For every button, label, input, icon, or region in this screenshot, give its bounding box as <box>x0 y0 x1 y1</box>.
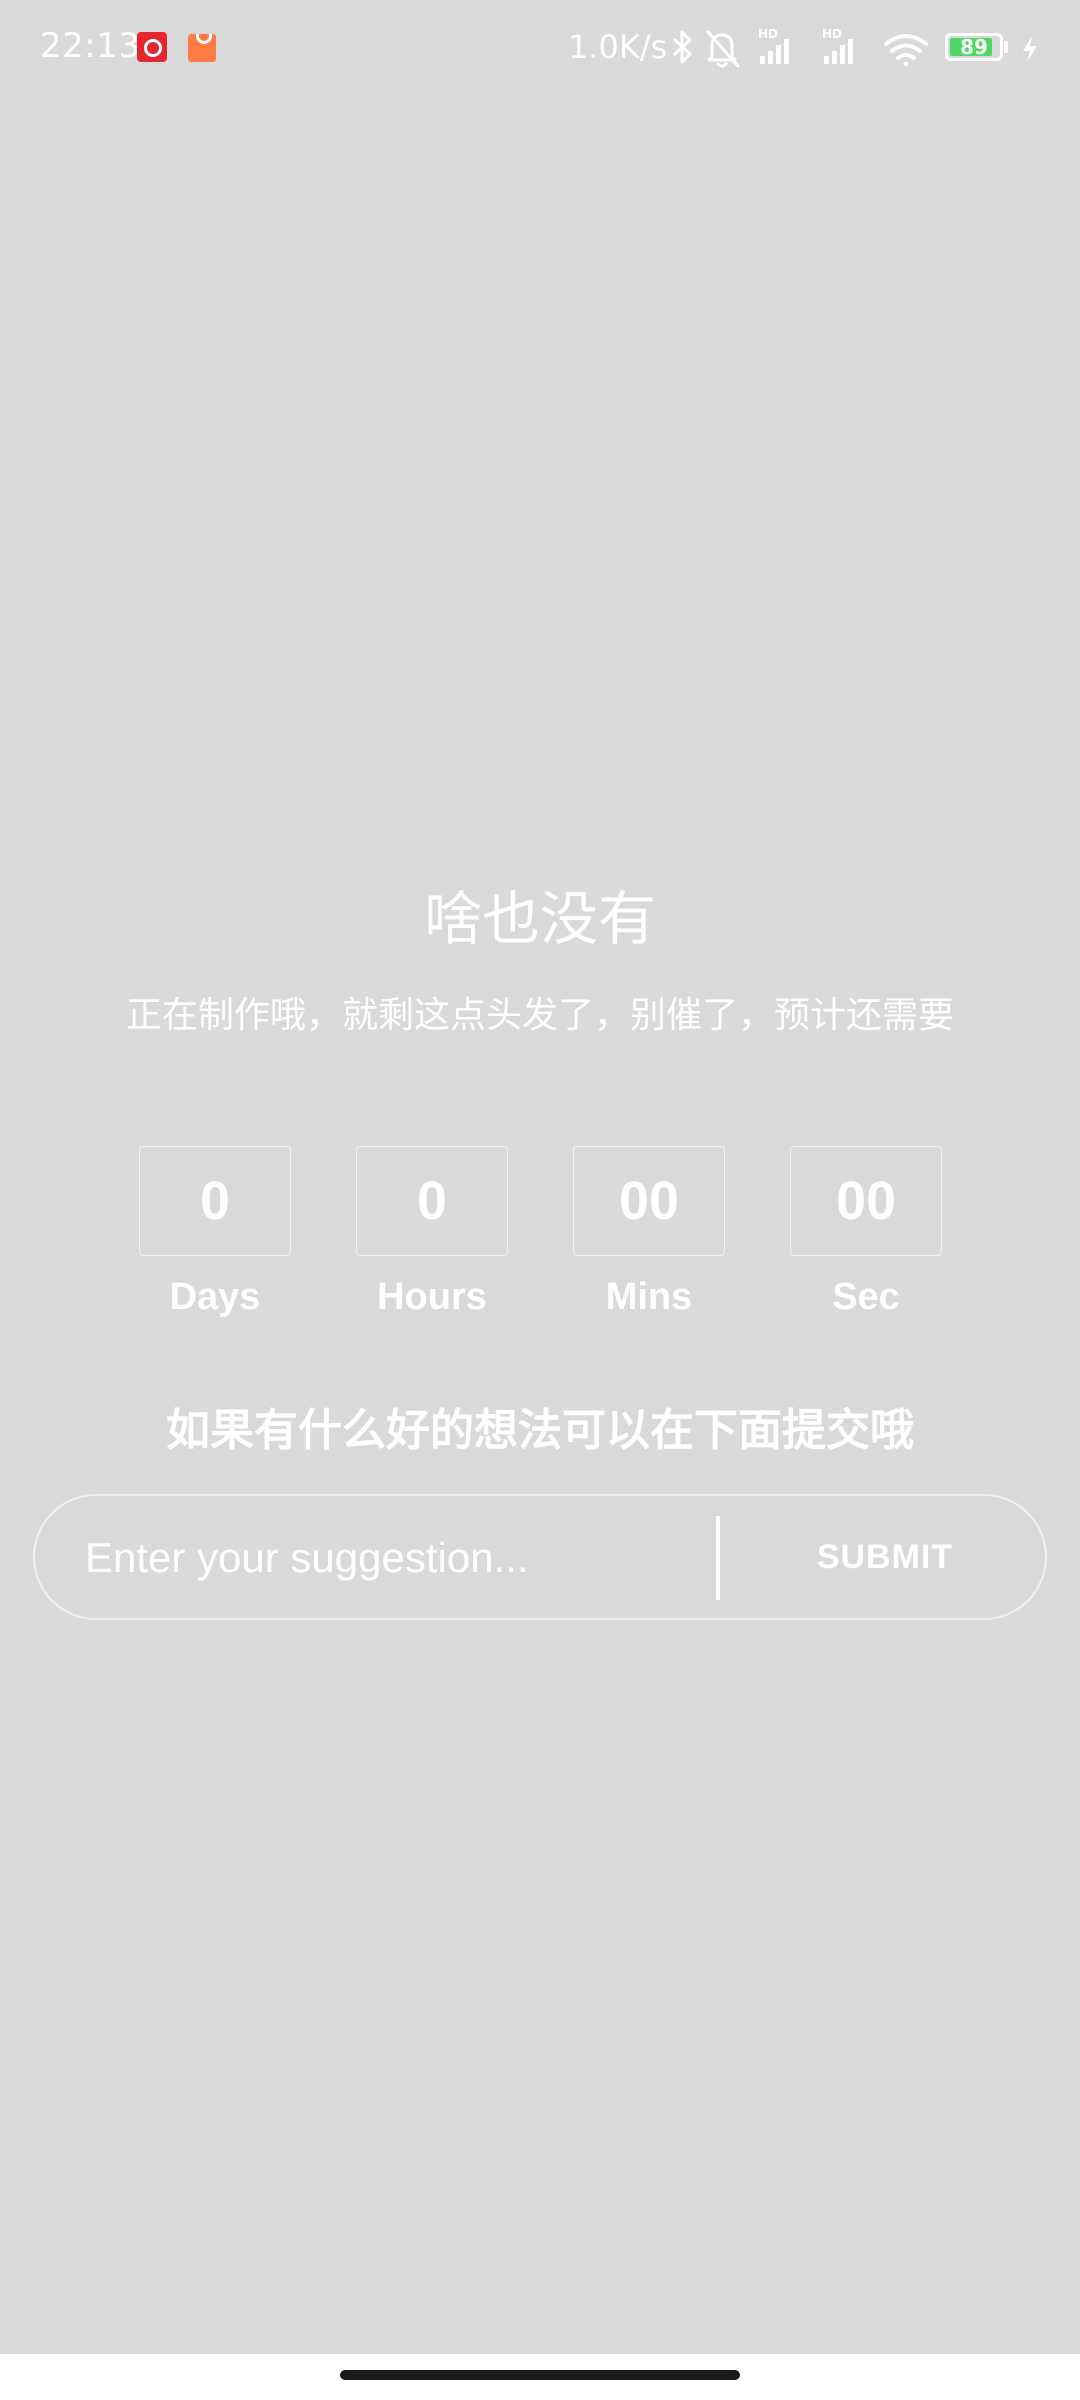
status-icons: HD HD <box>670 22 940 78</box>
submit-button[interactable]: SUBMIT <box>725 1496 1045 1618</box>
page-subtitle: 正在制作哦，就剩这点头发了，别催了，预计还需要 <box>125 995 954 1036</box>
home-indicator[interactable] <box>340 2370 740 2380</box>
network-speed: 1.0K/s <box>568 28 668 66</box>
form-divider <box>716 1516 720 1600</box>
countdown-label: Sec <box>832 1276 900 1318</box>
signal-hd-icon: HD <box>822 27 853 64</box>
countdown-value: 0 <box>139 1146 291 1256</box>
charging-icon <box>1023 36 1037 62</box>
shopping-bag-icon <box>188 34 216 62</box>
countdown-label: Days <box>169 1276 261 1318</box>
battery-icon: 89 <box>945 33 1003 61</box>
countdown-days: 0 Days <box>139 1146 291 1319</box>
countdown-label: Mins <box>605 1276 693 1318</box>
netease-music-icon <box>137 32 167 62</box>
suggestion-form: SUBMIT <box>33 1494 1047 1620</box>
countdown-value: 00 <box>790 1146 942 1256</box>
countdown-mins: 00 Mins <box>573 1146 725 1319</box>
svg-text:HD: HD <box>758 27 778 41</box>
countdown-timer: 0 Days 0 Hours 00 Mins 00 Sec <box>0 1146 1080 1336</box>
screen: 22:13 1.0K/s HD HD 89 啥也没有 正在制作哦，就剩这点头发了… <box>0 0 1080 2400</box>
battery-cap <box>1004 41 1008 53</box>
suggestion-input[interactable] <box>85 1516 685 1600</box>
status-bar: 22:13 1.0K/s HD HD 89 <box>0 0 1080 96</box>
countdown-value: 0 <box>356 1146 508 1256</box>
page-title: 啥也没有 <box>423 885 656 953</box>
countdown-sec: 00 Sec <box>790 1146 942 1319</box>
wifi-icon <box>884 34 928 67</box>
status-time: 22:13 <box>40 26 141 66</box>
suggestion-prompt: 如果有什么好的想法可以在下面提交哦 <box>166 1405 914 1456</box>
battery-level: 89 <box>960 35 988 59</box>
bluetooth-icon <box>673 30 692 64</box>
signal-hd-icon: HD <box>758 27 789 64</box>
countdown-value: 00 <box>573 1146 725 1256</box>
countdown-hours: 0 Hours <box>356 1146 508 1319</box>
mute-bell-icon <box>706 30 740 68</box>
countdown-label: Hours <box>377 1276 487 1318</box>
svg-text:HD: HD <box>822 27 842 41</box>
